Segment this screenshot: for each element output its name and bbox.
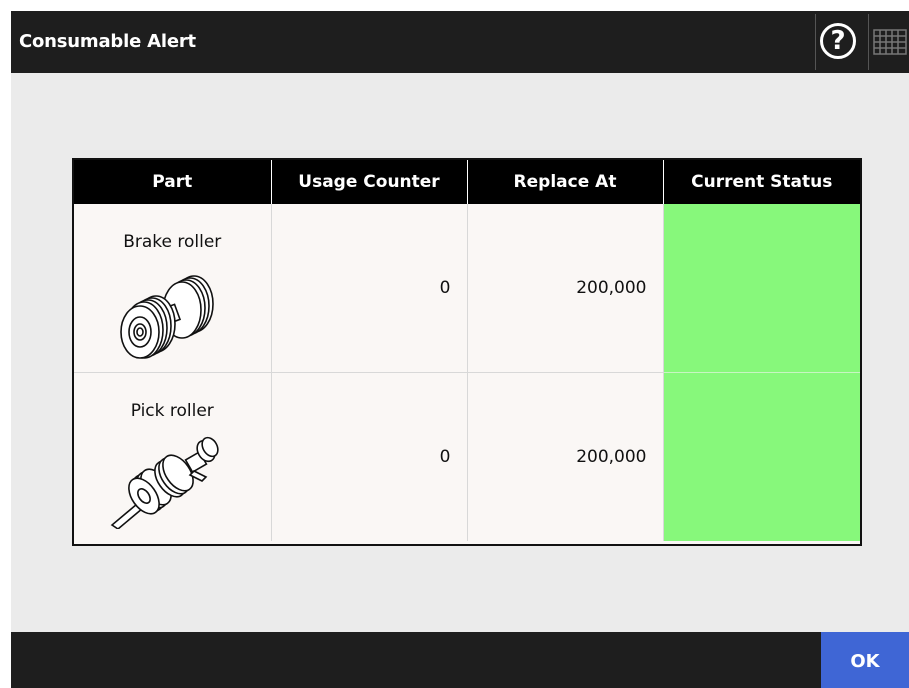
column-header-part: Part	[74, 160, 272, 204]
part-name: Pick roller	[130, 401, 214, 421]
replace-at-value: 200,000	[467, 372, 664, 541]
status-indicator	[663, 372, 860, 541]
status-indicator	[663, 204, 860, 373]
column-header-current-status: Current Status	[663, 160, 860, 204]
keyboard-button[interactable]	[873, 29, 907, 55]
replace-at-value: 200,000	[467, 204, 664, 373]
usage-counter-value: 0	[271, 372, 468, 541]
table-header-row: Part Usage Counter Replace At Current St…	[74, 160, 860, 204]
consumables-table: Part Usage Counter Replace At Current St…	[72, 158, 862, 546]
bottom-bar: OK	[11, 632, 909, 688]
keyboard-icon	[873, 29, 907, 55]
help-button[interactable]: ?	[820, 23, 856, 59]
column-header-replace-at: Replace At	[467, 160, 664, 204]
title-bar: Consumable Alert ?	[11, 11, 909, 73]
page-title: Consumable Alert	[19, 31, 196, 52]
part-name: Brake roller	[123, 232, 222, 252]
usage-counter-value: 0	[271, 204, 468, 373]
brake-roller-icon	[120, 275, 214, 359]
title-bar-divider	[868, 14, 869, 70]
help-icon: ?	[830, 26, 846, 56]
title-bar-divider	[815, 14, 816, 70]
pick-roller-icon	[110, 436, 219, 529]
column-header-usage-counter: Usage Counter	[271, 160, 468, 204]
part-cell: Pick roller	[74, 372, 272, 541]
table-row: Pick roller 0 200,000	[74, 372, 860, 541]
part-cell: Brake roller	[74, 204, 272, 373]
consumable-alert-window: Consumable Alert ? Part Usage Counter Re…	[11, 11, 909, 688]
ok-button[interactable]: OK	[821, 632, 909, 688]
table-row: Brake roller 0 200,000	[74, 204, 860, 373]
